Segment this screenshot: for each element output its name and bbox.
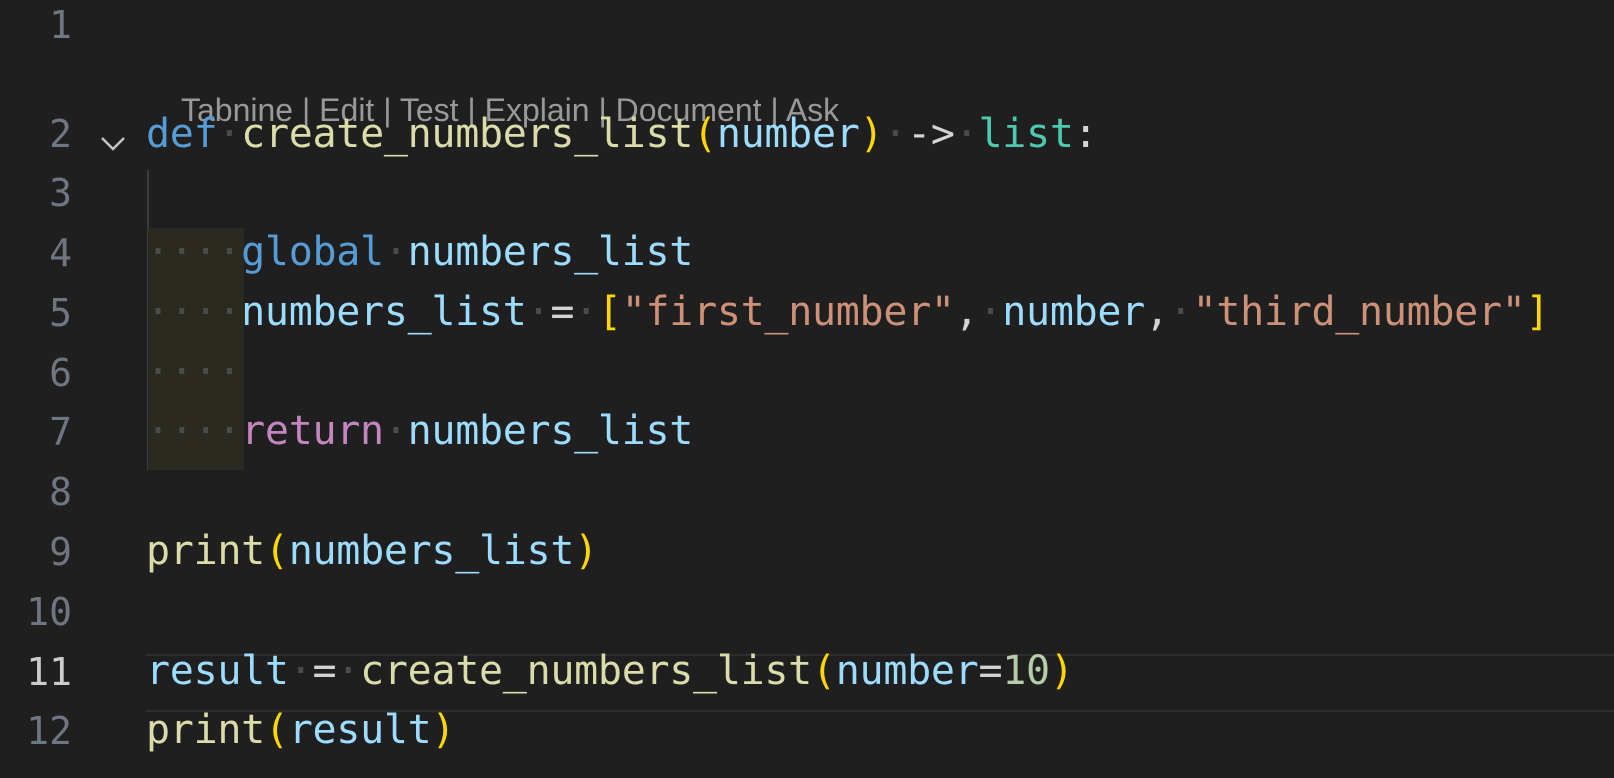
line-number[interactable]: 10 xyxy=(0,593,72,637)
whitespace-dot: · xyxy=(336,648,361,694)
function-name: print xyxy=(146,528,265,574)
variable: number xyxy=(1002,289,1145,335)
line-number[interactable]: 4 xyxy=(0,234,72,278)
variable: numbers_list xyxy=(241,289,527,335)
code-line-7[interactable]: ····return·numbers_list xyxy=(146,411,693,455)
operator: = xyxy=(550,289,575,335)
line-number[interactable]: 2 xyxy=(0,115,72,159)
punctuation: , xyxy=(1144,289,1169,335)
keyword: def xyxy=(146,111,218,157)
variable: numbers_list xyxy=(407,408,694,454)
whitespace-dot: · xyxy=(383,408,408,454)
bracket: ( xyxy=(693,111,717,157)
bracket: ) xyxy=(574,528,598,574)
whitespace-dot: ···· xyxy=(146,349,242,395)
bracket: ) xyxy=(431,707,456,753)
chevron-down-icon[interactable] xyxy=(98,122,128,152)
code-line-2[interactable]: def·create_numbers_list(number)·->·list: xyxy=(146,111,1098,158)
keyword: global xyxy=(241,229,384,275)
function-name: print xyxy=(146,707,265,753)
bracket: ) xyxy=(1049,648,1074,694)
variable: result xyxy=(146,648,289,694)
bracket: ( xyxy=(264,528,289,574)
keyword: return xyxy=(241,408,384,454)
whitespace-dot: · xyxy=(954,111,979,157)
whitespace-dot: ···· xyxy=(146,229,242,275)
punctuation: , xyxy=(954,289,979,335)
parameter: number xyxy=(835,648,979,694)
whitespace-dot: · xyxy=(288,648,313,694)
line-number[interactable]: 7 xyxy=(0,413,72,457)
string-literal: "third_number" xyxy=(1192,289,1526,335)
line-number-active[interactable]: 11 xyxy=(0,653,72,697)
bracket: [ xyxy=(597,289,622,335)
punctuation: : xyxy=(1073,111,1098,157)
code-line-12[interactable]: print(result) xyxy=(146,707,456,754)
code-line-11[interactable]: result·=·create_numbers_list(number=10) xyxy=(146,651,1074,695)
line-number[interactable]: 3 xyxy=(0,174,72,218)
code-line-5[interactable]: ····numbers_list·=·["first_number",·numb… xyxy=(146,289,1550,336)
line-number[interactable]: 5 xyxy=(0,294,72,338)
type-name: list xyxy=(978,111,1074,157)
bracket: ( xyxy=(264,707,289,753)
operator: = xyxy=(312,648,337,694)
bracket: ( xyxy=(811,648,836,694)
line-number[interactable]: 1 xyxy=(0,6,72,50)
whitespace-dot: · xyxy=(383,229,408,275)
string-literal: "first_number" xyxy=(621,289,955,335)
whitespace-dot: · xyxy=(526,289,551,335)
bracket: ) xyxy=(859,111,884,157)
whitespace-dot: · xyxy=(217,111,242,157)
code-editor[interactable]: 1 2 3 4 5 6 7 8 9 10 11 12 Tabnine | Edi… xyxy=(0,0,1614,778)
operator: -> xyxy=(907,111,955,157)
function-name: create_numbers_list xyxy=(241,111,694,157)
function-name: create_numbers_list xyxy=(360,648,812,694)
code-line-4[interactable]: ····global·numbers_list xyxy=(146,232,693,276)
number-literal: 10 xyxy=(1002,648,1050,694)
whitespace-dot: · xyxy=(574,289,598,335)
line-number[interactable]: 8 xyxy=(0,473,72,517)
whitespace-dot: ···· xyxy=(146,408,242,454)
whitespace-dot: · xyxy=(1168,289,1193,335)
whitespace-dot: · xyxy=(978,289,1003,335)
whitespace-dot: · xyxy=(883,111,908,157)
parameter: number xyxy=(716,111,860,157)
whitespace-dot: ···· xyxy=(146,289,242,335)
operator: = xyxy=(978,648,1003,694)
line-number[interactable]: 12 xyxy=(0,712,72,756)
variable: numbers_list xyxy=(407,229,694,275)
variable: result xyxy=(288,707,432,753)
variable: numbers_list xyxy=(288,528,575,574)
code-line-6[interactable]: ···· xyxy=(146,352,241,396)
line-number[interactable]: 9 xyxy=(0,533,72,577)
code-line-9[interactable]: print(numbers_list) xyxy=(146,531,598,575)
line-number[interactable]: 6 xyxy=(0,354,72,398)
bracket: ] xyxy=(1525,289,1550,335)
